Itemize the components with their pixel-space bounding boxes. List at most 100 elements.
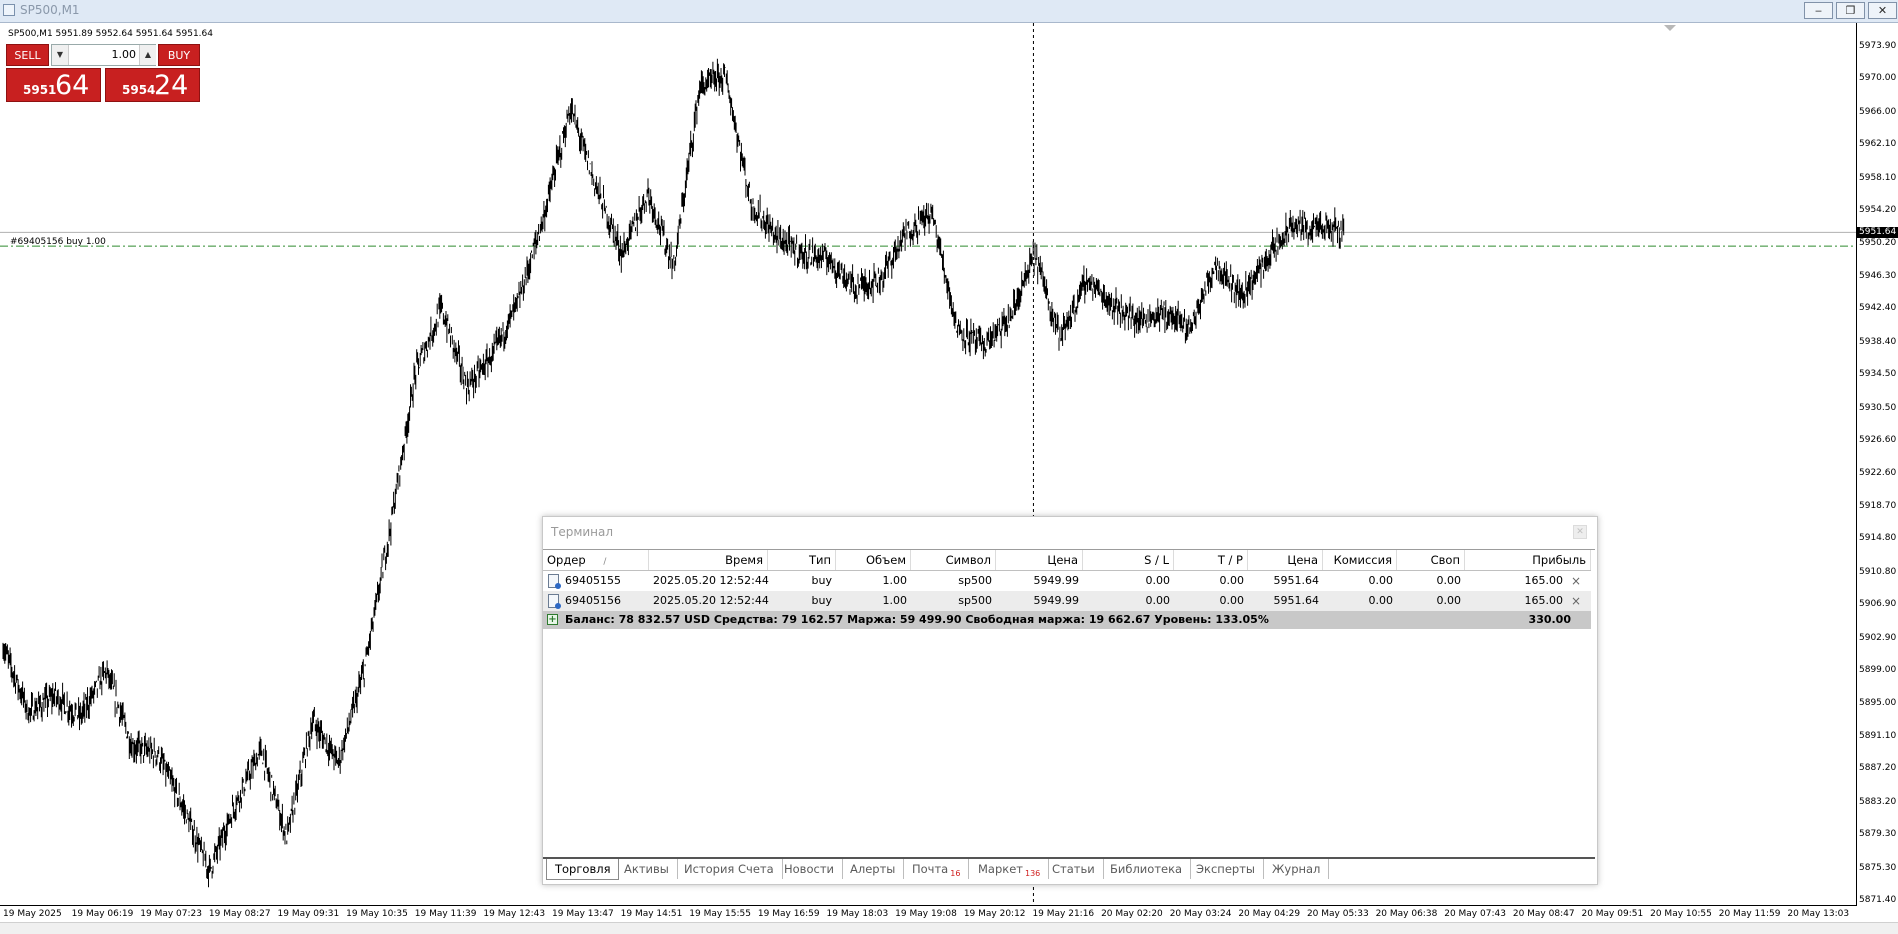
tab-6[interactable]: Маркет 136 — [970, 859, 1050, 879]
order-commission: 0.00 — [1368, 574, 1394, 587]
order-price: 5949.99 — [1033, 574, 1080, 587]
price-tick-label: 5879.30 — [1859, 829, 1897, 840]
tab-label: Новости — [784, 862, 834, 876]
buy-price-small: 5954 — [122, 83, 156, 97]
time-tick-label: 19 May 10:35 — [346, 909, 408, 919]
time-tick-label: 19 May 08:27 — [208, 909, 271, 919]
tab-1[interactable]: Активы — [616, 859, 678, 879]
price-tick-label: 5883.20 — [1859, 796, 1897, 807]
sort-indicator-icon: / — [603, 557, 607, 567]
tab-4[interactable]: Алерты — [842, 859, 905, 879]
lot-decrease-icon[interactable]: ▼ — [52, 45, 69, 65]
order-tp[interactable]: 0.00 — [1174, 591, 1248, 611]
price-tick-label: 5910.80 — [1859, 566, 1897, 577]
price-tick-label: 5950.20 — [1859, 238, 1897, 249]
price-tick-label: 5918.70 — [1859, 500, 1897, 511]
tab-5[interactable]: Почта 16 — [904, 859, 970, 879]
column-header-sl[interactable]: S / L — [1083, 550, 1174, 570]
column-header-profit[interactable]: Прибыль — [1465, 550, 1591, 570]
price-tick-label: 5902.90 — [1859, 632, 1897, 643]
close-order-icon[interactable]: × — [1571, 594, 1581, 608]
buy-price-box[interactable]: 5954 24 — [105, 68, 200, 102]
price-tick-label: 5895.00 — [1859, 698, 1897, 709]
window-title: SP500,M1 — [20, 3, 80, 17]
time-tick-label: 20 May 11:59 — [1718, 909, 1781, 919]
tab-label: История Счета — [684, 862, 774, 876]
sell-price-box[interactable]: 5951 64 — [6, 68, 101, 102]
tab-8[interactable]: Библиотека — [1102, 859, 1192, 879]
column-header-price[interactable]: Цена — [996, 550, 1083, 570]
tab-badge: 16 — [950, 869, 961, 878]
lot-increase-icon[interactable]: ▲ — [139, 45, 156, 65]
terminal-close-icon[interactable]: ✕ — [1573, 525, 1587, 539]
column-header-current-price[interactable]: Цена — [1248, 550, 1323, 570]
price-tick-label: 5938.40 — [1859, 336, 1897, 347]
terminal-tabs: Торговля Активы История Счета Новости Алерты… — [543, 859, 1595, 881]
column-header-time[interactable]: Время — [649, 550, 768, 570]
terminal-panel: Терминал ✕ Ордер / Время Тип Объем Симво… — [542, 516, 1598, 885]
order-id: 69405155 — [565, 574, 621, 587]
order-line-label[interactable]: #69405156 buy 1.00 — [10, 237, 106, 247]
tab-label: Эксперты — [1196, 862, 1255, 876]
order-type: buy — [811, 574, 832, 587]
time-tick-label: 20 May 02:20 — [1101, 909, 1163, 919]
column-header-symbol[interactable]: Символ — [911, 550, 996, 570]
tab-9[interactable]: Эксперты — [1188, 859, 1264, 879]
order-volume: 1.00 — [882, 574, 908, 587]
column-header-commission[interactable]: Комиссия — [1323, 550, 1397, 570]
buy-button[interactable]: BUY — [158, 44, 200, 66]
maximize-button[interactable]: ❐ — [1836, 2, 1865, 19]
order-current-price: 5951.64 — [1273, 574, 1320, 587]
total-profit: 330.00 — [1528, 613, 1571, 626]
order-sl[interactable]: 0.00 — [1083, 591, 1174, 611]
order-price: 5949.99 — [1033, 594, 1080, 607]
price-tick-label: 5906.90 — [1859, 599, 1897, 610]
order-symbol: sp500 — [958, 594, 992, 607]
order-tp[interactable]: 0.00 — [1174, 571, 1248, 591]
time-tick-label: 20 May 05:33 — [1306, 909, 1369, 919]
time-tick-label: 19 May 11:39 — [414, 909, 477, 919]
order-volume: 1.00 — [882, 594, 908, 607]
time-tick-label: 20 May 04:29 — [1238, 909, 1301, 919]
order-swap: 0.00 — [1436, 594, 1462, 607]
order-profit: 165.00 — [1524, 574, 1564, 587]
tab-0[interactable]: Торговля — [546, 859, 620, 880]
tab-label: Почта — [912, 862, 949, 876]
price-tick-label: 5962.10 — [1859, 139, 1897, 150]
tab-10[interactable]: Журнал — [1264, 859, 1330, 879]
close-order-icon[interactable]: × — [1571, 574, 1581, 588]
column-header-tp[interactable]: T / P — [1174, 550, 1248, 570]
account-summary-row[interactable]: + Баланс: 78 832.57 USD Средства: 79 162… — [543, 611, 1591, 629]
time-tick-label: 19 May 18:03 — [826, 909, 889, 919]
price-tick-label: 5930.50 — [1859, 402, 1897, 413]
table-row[interactable]: 69405155 2025.05.20 12:52:44 buy 1.00 sp… — [543, 571, 1591, 591]
time-tick-label: 20 May 03:24 — [1169, 909, 1232, 919]
tab-2[interactable]: История Счета — [676, 859, 783, 879]
symbol-info: SP500,M1 5951.89 5952.64 5951.64 5951.64 — [8, 29, 213, 39]
price-tick-label: 5973.90 — [1859, 40, 1897, 51]
column-header-swap[interactable]: Своп — [1397, 550, 1465, 570]
trade-table: Ордер / Время Тип Объем Символ Цена S / … — [543, 549, 1595, 859]
time-tick-label: 19 May 12:43 — [483, 909, 546, 919]
tab-badge: 136 — [1025, 869, 1041, 878]
column-header-volume[interactable]: Объем — [836, 550, 911, 570]
table-row[interactable]: 69405156 2025.05.20 12:52:44 buy 1.00 sp… — [543, 591, 1591, 611]
order-swap: 0.00 — [1436, 574, 1462, 587]
lot-input[interactable] — [70, 47, 136, 62]
tab-7[interactable]: Статьи — [1044, 859, 1104, 879]
price-tick-label: 5926.60 — [1859, 435, 1897, 445]
order-sl[interactable]: 0.00 — [1083, 571, 1174, 591]
sell-button[interactable]: SELL — [6, 44, 49, 66]
time-tick-label: 20 May 08:47 — [1512, 909, 1575, 919]
close-button[interactable]: ✕ — [1868, 2, 1897, 19]
buy-price-big: 24 — [154, 70, 189, 101]
tab-3[interactable]: Новости — [776, 859, 843, 879]
price-tick-label: 5970.00 — [1859, 73, 1897, 84]
tab-label: Библиотека — [1110, 862, 1183, 876]
lot-stepper[interactable]: ▼ ▲ — [51, 44, 156, 66]
terminal-title: Терминал — [551, 525, 614, 539]
column-header-type[interactable]: Тип — [768, 550, 836, 570]
column-header-order[interactable]: Ордер / — [543, 550, 649, 570]
minimize-button[interactable]: ‒ — [1804, 2, 1833, 19]
tab-label: Активы — [624, 862, 669, 876]
